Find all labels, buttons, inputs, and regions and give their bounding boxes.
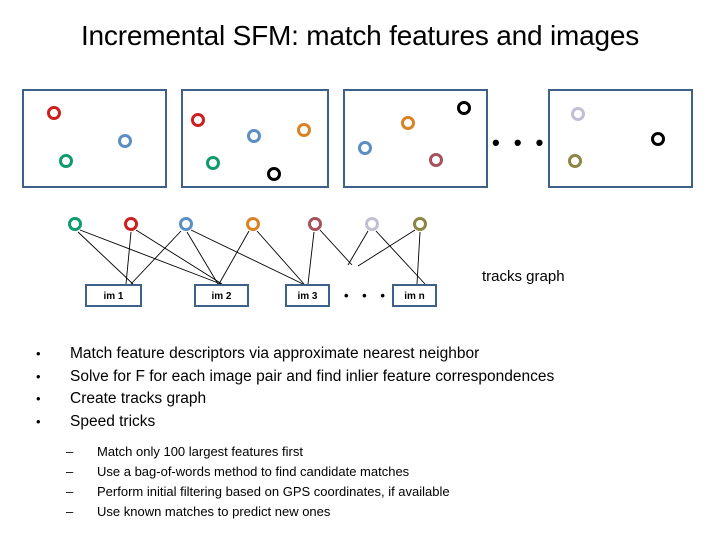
- sub-bullet-text: Match only 100 largest features first: [97, 444, 303, 459]
- sub-bullet-list: – Match only 100 largest features first – U…: [66, 443, 706, 523]
- tracks-graph: im 1 im 2 im 3 im n: [0, 195, 720, 325]
- im-box-n[interactable]: im n: [392, 284, 437, 307]
- feature-circle: [206, 156, 220, 170]
- im-box-label: im n: [404, 291, 425, 302]
- image-box-4: [548, 89, 693, 188]
- im-box-label: im 3: [297, 291, 318, 302]
- im-box-1[interactable]: im 1: [85, 284, 142, 307]
- feature-circle: [429, 153, 443, 167]
- track-node-blue: [179, 217, 193, 231]
- im-box-label: im 1: [103, 291, 124, 302]
- bullet-marker: •: [36, 391, 41, 406]
- feature-circle: [571, 107, 585, 121]
- im-box-2[interactable]: im 2: [194, 284, 249, 307]
- bullet-item: • Create tracks graph: [36, 389, 696, 408]
- track-edge: [190, 229, 304, 285]
- sub-bullet-text: Use known matches to predict new ones: [97, 504, 331, 519]
- bullet-marker: •: [36, 368, 41, 384]
- feature-circle: [401, 116, 415, 130]
- bullet-item: • Solve for F for each image pair and fin…: [36, 367, 696, 386]
- bullet-text: Speed tricks: [70, 412, 156, 430]
- feature-circle: [267, 167, 281, 181]
- feature-circle: [297, 123, 311, 137]
- track-edge: [357, 229, 416, 267]
- sub-bullet-item: – Match only 100 largest features first: [66, 443, 706, 461]
- feature-circle: [358, 141, 372, 155]
- bullet-marker: •: [36, 346, 41, 361]
- sub-bullet-marker: –: [66, 464, 74, 479]
- track-edge: [256, 230, 305, 285]
- bullet-list: • Match feature descriptors via approxima…: [36, 344, 696, 434]
- track-edge: [135, 229, 223, 285]
- track-edge: [307, 231, 315, 285]
- track-node-gray: [365, 217, 379, 231]
- sub-bullet-marker: –: [66, 484, 74, 499]
- boxes-ellipsis: • • •: [492, 130, 548, 155]
- track-edge: [186, 231, 219, 285]
- feature-circle: [47, 106, 61, 120]
- sub-bullet-marker: –: [66, 504, 74, 519]
- bullet-text: Match feature descriptors via approximat…: [70, 345, 480, 362]
- bullet-item: • Speed tricks: [36, 412, 696, 431]
- track-edge: [347, 230, 369, 266]
- bullet-marker: •: [36, 413, 41, 429]
- sub-bullet-item: – Use known matches to predict new ones: [66, 503, 706, 521]
- sub-bullet-text: Use a bag-of-words method to find candid…: [97, 464, 410, 479]
- track-edge: [416, 231, 421, 285]
- feature-circle: [191, 113, 205, 127]
- feature-circle: [651, 132, 665, 146]
- sub-bullet-text: Perform initial filtering based on GPS c…: [97, 484, 450, 499]
- track-node-orange: [246, 217, 260, 231]
- feature-circle: [247, 129, 261, 143]
- bullet-text: Solve for F for each image pair and find…: [70, 367, 555, 385]
- bullet-item: • Match feature descriptors via approxima…: [36, 344, 696, 363]
- track-edge: [125, 231, 132, 285]
- feature-circle: [59, 154, 73, 168]
- im-box-label: im 2: [211, 291, 232, 302]
- slide-canvas: Incremental SFM: match features and imag…: [0, 0, 720, 540]
- feature-circle: [118, 134, 132, 148]
- page-title: Incremental SFM: match features and imag…: [80, 20, 640, 51]
- track-edge: [130, 230, 182, 285]
- track-node-olive: [413, 217, 427, 231]
- track-node-green: [68, 217, 82, 231]
- image-box-1: [22, 89, 167, 188]
- im-box-3[interactable]: im 3: [285, 284, 330, 307]
- bullet-text: Create tracks graph: [70, 390, 207, 407]
- feature-circle: [457, 101, 471, 115]
- sub-bullet-item: – Perform initial filtering based on GPS …: [66, 483, 706, 501]
- track-edge: [319, 229, 353, 266]
- track-edge: [218, 230, 250, 285]
- sub-bullet-marker: –: [66, 444, 74, 459]
- track-node-rose: [308, 217, 322, 231]
- tracks-graph-label: tracks graph: [482, 268, 565, 285]
- feature-circle: [568, 154, 582, 168]
- sub-bullet-item: – Use a bag-of-words method to find candi…: [66, 463, 706, 481]
- track-edge: [79, 229, 222, 285]
- track-node-red: [124, 217, 138, 231]
- image-nodes-ellipsis: • • •: [344, 288, 390, 303]
